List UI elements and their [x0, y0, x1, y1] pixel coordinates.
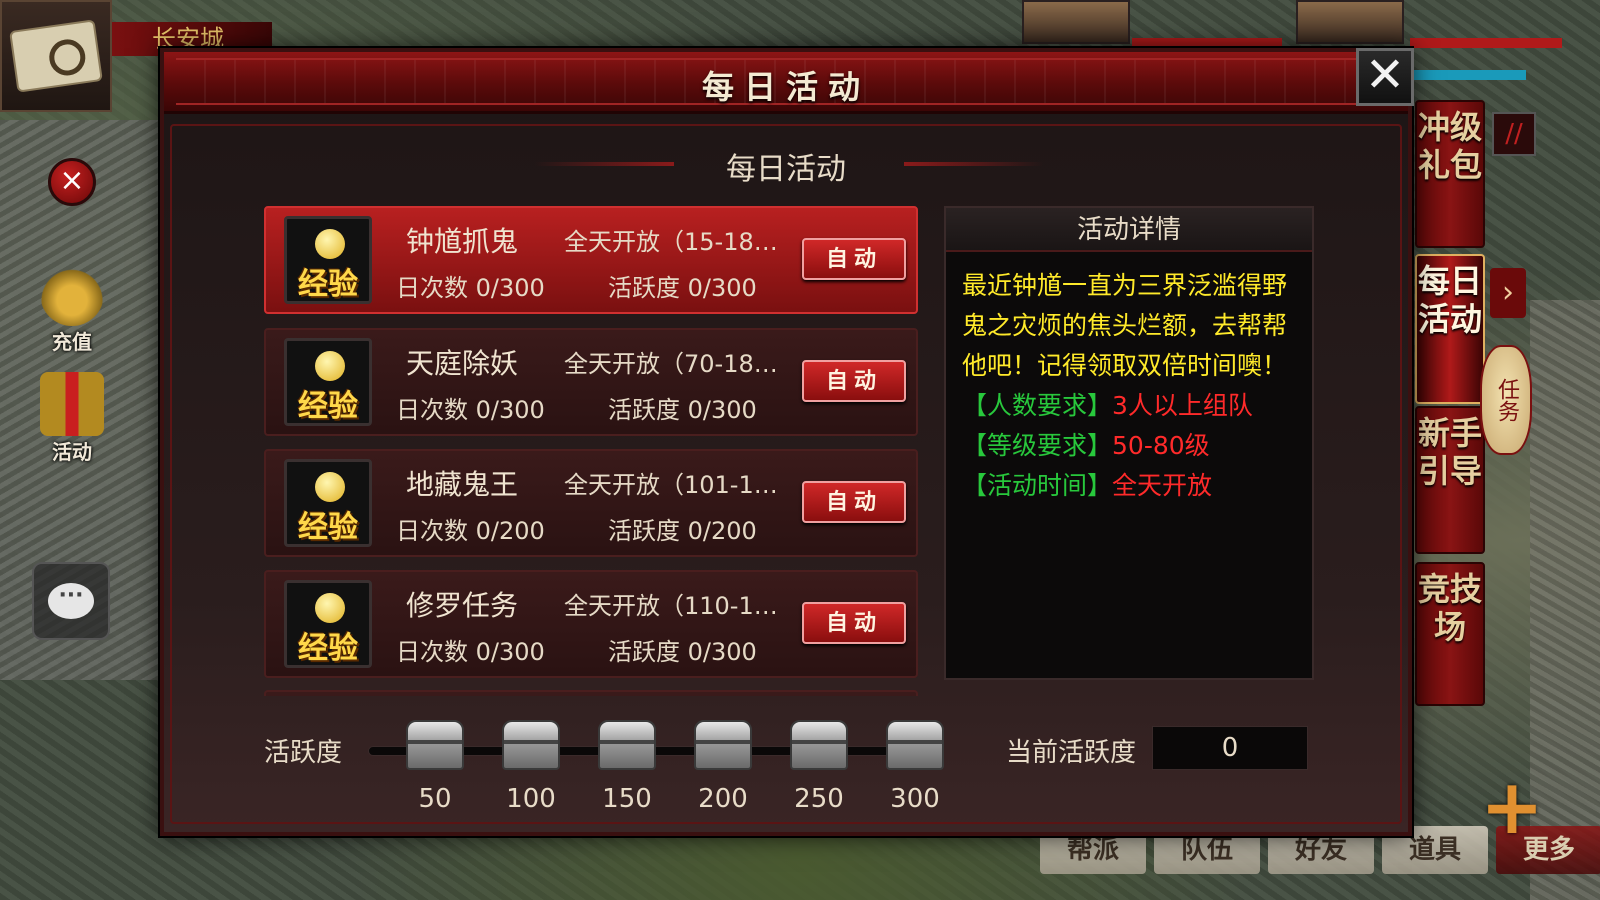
current-activity-value: 0 — [1152, 726, 1308, 770]
map-scroll-icon — [9, 19, 103, 93]
detail-description: 最近钟馗一直为三界泛滥得野鬼之灾烦的焦头烂额，去帮帮他吧！记得领取双倍时间噢！ — [962, 271, 1288, 380]
milestone-value: 100 — [506, 784, 556, 814]
recharge-button[interactable]: 充值 — [30, 262, 114, 355]
dialog-title: 每日活动 — [701, 68, 870, 106]
exp-reward-icon: 经验 — [284, 216, 372, 304]
milestone-value: 300 — [890, 784, 940, 814]
player-mp-bar — [1410, 70, 1526, 80]
detail-title: 活动详情 — [946, 208, 1312, 252]
activity-name: 修罗任务 — [406, 589, 519, 622]
activity-open-time: 全天开放（15-180… — [564, 228, 790, 256]
player-hp-bar — [1410, 38, 1562, 48]
exp-badge-text: 经验 — [298, 631, 358, 666]
activity-name: 钟馗抓鬼 — [406, 225, 519, 258]
activity-row[interactable]: 经验 天庭除妖 全天开放（70-180… 日次数 0/300 活跃度 0/300… — [264, 328, 918, 436]
activity-points: 活跃度 0/200 — [608, 517, 757, 545]
activity-list[interactable]: 经验 钟馗抓鬼 全天开放（15-180… 日次数 0/300 活跃度 0/300… — [264, 206, 918, 696]
gourd-icon — [315, 593, 345, 623]
activity-daily-count: 日次数 0/300 — [396, 396, 545, 424]
coins-icon — [40, 262, 104, 326]
chest-icon[interactable] — [406, 720, 464, 770]
activity-points: 活跃度 0/300 — [608, 396, 757, 424]
auto-button[interactable]: 自动 — [802, 602, 906, 644]
activity-open-time: 全天开放（101-18… — [564, 471, 790, 499]
exp-badge-text: 经验 — [298, 510, 358, 545]
activity-open-time: 全天开放（110-18… — [564, 592, 790, 620]
gourd-icon — [315, 229, 345, 259]
quest-lantern[interactable]: 任务 — [1480, 345, 1532, 455]
activity-points: 活跃度 0/300 — [608, 274, 757, 302]
activity-row[interactable]: 经验 地藏鬼王 全天开放（101-18… 日次数 0/200 活跃度 0/200… — [264, 449, 918, 557]
activity-row[interactable]: 经验 钟馗抓鬼 全天开放（15-180… 日次数 0/300 活跃度 0/300… — [264, 206, 918, 314]
tab-level-gift[interactable]: 冲级礼包 — [1415, 100, 1485, 248]
auto-button[interactable]: 自动 — [802, 481, 906, 523]
milestone-value: 250 — [794, 784, 844, 814]
activity-daily-count: 日次数 0/300 — [396, 638, 545, 666]
exp-reward-icon: 经验 — [284, 459, 372, 547]
current-activity-label: 当前活跃度 — [1006, 738, 1137, 768]
requirement-level: 【等级要求】50-80级 — [946, 426, 1312, 466]
activity-daily-count: 日次数 0/200 — [396, 517, 545, 545]
exp-reward-icon: 经验 — [284, 338, 372, 426]
dialog-header: 每日活动 — [164, 52, 1408, 114]
activity-row-partial[interactable] — [264, 690, 918, 696]
daily-activity-dialog: 每日活动 ✕ 每日活动 经验 钟馗抓鬼 全天开放（15-180… 日次数 0/3… — [160, 48, 1414, 836]
gift-box-icon — [40, 372, 104, 436]
activity-detail-panel: 活动详情 最近钟馗一直为三界泛滥得野鬼之灾烦的焦头烂额，去帮帮他吧！记得领取双倍… — [944, 206, 1314, 680]
milestone-value: 200 — [698, 784, 748, 814]
pet-hp-bar — [1132, 38, 1282, 48]
plus-icon: + — [1480, 762, 1544, 851]
requirement-key: 【活动时间】 — [962, 471, 1113, 500]
activity-name: 地藏鬼王 — [406, 468, 519, 501]
subtitle-deco-right — [904, 162, 1044, 166]
activity-name: 天庭除妖 — [406, 347, 519, 380]
auto-button[interactable]: 自动 — [802, 360, 906, 402]
requirement-value: 50-80级 — [1112, 431, 1210, 460]
expand-more-button[interactable]: + — [1462, 762, 1562, 882]
activity-points: 活跃度 0/300 — [608, 638, 757, 666]
exp-badge-text: 经验 — [298, 389, 358, 424]
tab-newbie-guide[interactable]: 新手引导 — [1415, 406, 1485, 554]
chest-icon[interactable] — [598, 720, 656, 770]
world-map-button[interactable] — [0, 0, 112, 112]
milestone-value: 150 — [602, 784, 652, 814]
auto-fight-icon[interactable]: // — [1492, 112, 1536, 156]
activity-open-time: 全天开放（70-180… — [564, 350, 790, 378]
close-button[interactable]: ✕ — [1356, 48, 1414, 106]
chest-icon[interactable] — [886, 720, 944, 770]
requirement-key: 【人数要求】 — [962, 391, 1113, 420]
chat-bubble-icon: ··· — [48, 583, 94, 619]
activity-button[interactable]: 活动 — [30, 372, 114, 465]
gourd-icon — [315, 472, 345, 502]
tab-daily-activity[interactable]: 每日活动 — [1415, 254, 1485, 404]
chevron-right-icon[interactable]: › — [1490, 268, 1526, 318]
player-portrait[interactable] — [1296, 0, 1404, 44]
milestone-value: 50 — [418, 784, 452, 814]
gourd-icon — [315, 351, 345, 381]
left-close-icon[interactable]: × — [48, 158, 96, 206]
chest-icon[interactable] — [694, 720, 752, 770]
activity-bar-label: 活跃度 — [264, 738, 343, 768]
chest-icon[interactable] — [790, 720, 848, 770]
chat-button[interactable]: ··· — [32, 562, 110, 640]
auto-button[interactable]: 自动 — [802, 238, 906, 280]
requirement-time: 【活动时间】全天开放 — [946, 466, 1312, 506]
dialog-subtitle: 每日活动 — [726, 152, 846, 187]
requirement-players: 【人数要求】3人以上组队 — [946, 386, 1312, 426]
exp-badge-text: 经验 — [298, 267, 358, 302]
activity-daily-count: 日次数 0/300 — [396, 274, 545, 302]
pet-portrait[interactable] — [1022, 0, 1130, 44]
requirement-value: 全天开放 — [1112, 471, 1213, 500]
requirement-value: 3人以上组队 — [1112, 391, 1253, 420]
chest-icon[interactable] — [502, 720, 560, 770]
requirement-key: 【等级要求】 — [962, 431, 1113, 460]
recharge-label: 充值 — [52, 330, 92, 354]
exp-reward-icon: 经验 — [284, 580, 372, 668]
activity-label: 活动 — [52, 440, 92, 464]
activity-row[interactable]: 经验 修罗任务 全天开放（110-18… 日次数 0/300 活跃度 0/300… — [264, 570, 918, 678]
tab-arena[interactable]: 竞技场 — [1415, 562, 1485, 706]
